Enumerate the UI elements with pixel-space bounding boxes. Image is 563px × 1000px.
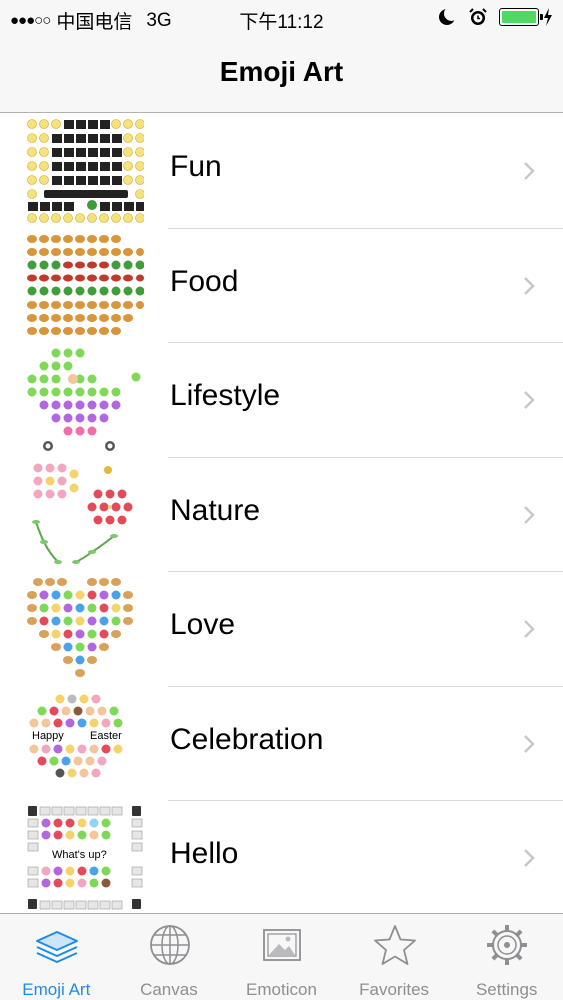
thumb-text-easter: Easter — [90, 730, 122, 742]
chevron-right-icon — [524, 505, 535, 524]
category-row-lifestyle[interactable]: Lifestyle — [0, 343, 563, 458]
chevron-right-icon — [524, 276, 535, 295]
tab-canvas[interactable]: Canvas — [113, 914, 226, 1000]
battery-tip — [540, 14, 543, 20]
chevron-right-icon — [524, 620, 535, 638]
chevron-right-icon — [524, 162, 535, 180]
tab-bar: Emoji Art Canvas Emoticon Favorites Sett… — [0, 913, 563, 1000]
alarm-clock-icon — [469, 8, 487, 25]
tab-label: Emoticon — [246, 980, 317, 999]
heart-pot-emoji-art-thumbnail — [27, 348, 141, 451]
charging-bolt-icon — [544, 8, 552, 26]
page-title: Emoji Art — [219, 56, 344, 87]
status-bar: ●●●○○ 中国电信 3G 下午11:12 — [0, 0, 563, 36]
layers-icon — [36, 931, 78, 963]
tab-favorites[interactable]: Favorites — [338, 914, 451, 1000]
tab-emoji-art[interactable]: Emoji Art — [0, 914, 113, 1000]
category-list: Fun Food Lifestyle Nature Love Happy Eas… — [0, 114, 563, 916]
category-label: Celebration — [170, 722, 324, 756]
category-label: Love — [170, 608, 236, 641]
category-label: Nature — [170, 493, 261, 527]
status-right — [439, 6, 553, 26]
tab-emoticon[interactable]: Emoticon — [225, 914, 338, 1000]
heart-palette-emoji-art-thumbnail — [27, 578, 133, 677]
happy-easter-emoji-art-thumbnail: Happy Easter — [29, 694, 123, 777]
chevron-right-icon — [524, 391, 535, 409]
category-row-food[interactable]: Food — [0, 229, 563, 343]
flower-vine-emoji-art-thumbnail — [32, 463, 133, 564]
battery-fill — [502, 11, 536, 23]
picture-icon — [263, 929, 302, 961]
thumb-text-whats-up: What's up? — [52, 849, 107, 861]
tab-label: Settings — [475, 980, 538, 999]
category-row-love[interactable]: Love — [0, 572, 563, 687]
category-row-celebration[interactable]: Happy Easter Celebration — [0, 687, 563, 801]
category-label: Food — [170, 264, 239, 298]
hat-star-emoji-art-thumbnail — [27, 119, 144, 223]
tab-settings[interactable]: Settings — [450, 914, 563, 1000]
category-label: Fun — [170, 150, 222, 183]
chevron-right-icon — [524, 734, 535, 753]
navigation-bar: Emoji Art — [0, 36, 563, 113]
burger-clover-emoji-art-thumbnail — [27, 234, 144, 335]
category-row-hello[interactable]: What's up? Hello — [0, 801, 563, 916]
category-label: Lifestyle — [170, 379, 281, 412]
category-row-fun[interactable]: Fun — [0, 114, 563, 229]
gear-icon — [487, 925, 528, 965]
globe-icon — [149, 925, 190, 965]
category-row-nature[interactable]: Nature — [0, 458, 563, 572]
chevron-right-icon — [524, 849, 535, 867]
thumb-text-happy: Happy — [32, 730, 64, 742]
whats-up-emoji-art-thumbnail: What's up? — [27, 806, 143, 910]
tab-label: Favorites — [359, 980, 430, 999]
tab-label: Canvas — [140, 980, 198, 999]
category-label: Hello — [170, 837, 239, 870]
battery-indicator — [499, 8, 543, 26]
star-icon — [373, 925, 416, 965]
tab-label: Emoji Art — [22, 980, 91, 999]
moon-icon — [439, 6, 459, 25]
